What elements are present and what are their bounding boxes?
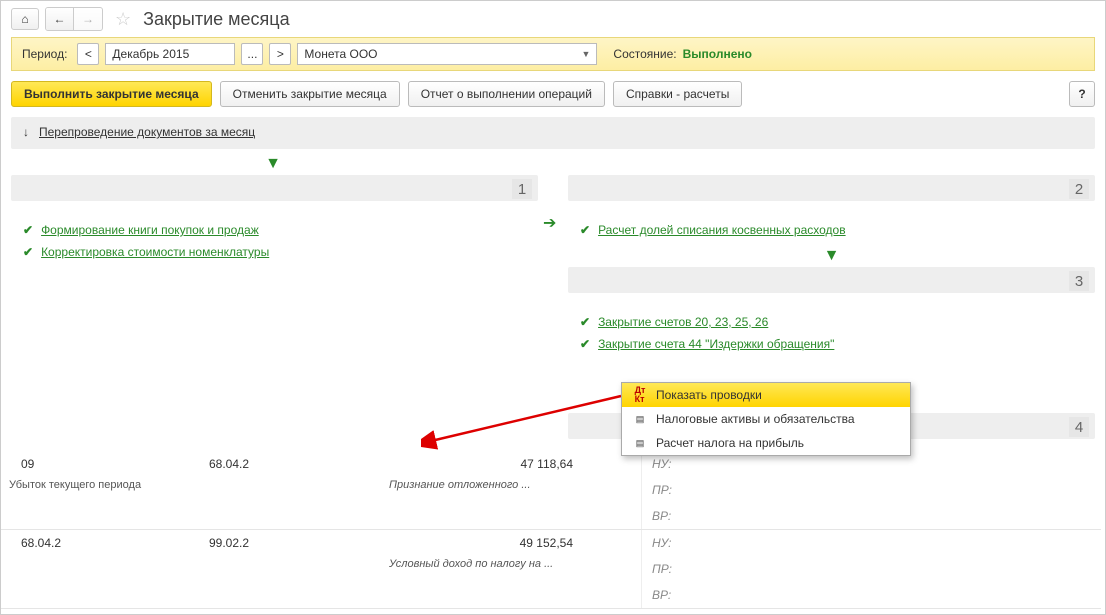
- block-number: 1: [512, 179, 532, 199]
- period-prev-button[interactable]: <: [77, 43, 99, 65]
- check-icon: ✔: [580, 315, 590, 329]
- cancel-close-button[interactable]: Отменить закрытие месяца: [220, 81, 400, 107]
- period-more-button[interactable]: ...: [241, 43, 263, 65]
- report-button[interactable]: Отчет о выполнении операций: [408, 81, 605, 107]
- operation-link[interactable]: Формирование книги покупок и продаж: [41, 223, 259, 237]
- acc-debit: 09: [1, 451, 201, 477]
- help-button[interactable]: ?: [1069, 81, 1095, 107]
- acc-credit: 99.02.2: [201, 530, 381, 556]
- operation-item: ✔ Закрытие счета 44 "Издержки обращения": [580, 333, 1083, 355]
- block-3-body: ✔ Закрытие счетов 20, 23, 25, 26 ✔ Закры…: [568, 299, 1095, 367]
- dtkt-icon: ДтКт: [632, 388, 648, 402]
- side-label: НУ:: [641, 530, 721, 556]
- block-2-header: 2: [568, 175, 1095, 201]
- flow-arrow-down-icon: ▼: [568, 245, 1095, 267]
- flow-arrow-down-icon: ▼: [0, 153, 1105, 175]
- amount: 47 118,64: [381, 451, 581, 477]
- arrow-left-icon: ←: [54, 12, 66, 26]
- desc-left: [1, 556, 381, 576]
- operation-item: ✔ Формирование книги покупок и продаж: [23, 219, 526, 241]
- side-label: ВР:: [641, 582, 721, 608]
- check-icon: ✔: [23, 223, 33, 237]
- operation-link[interactable]: Корректировка стоимости номенклатуры: [41, 245, 269, 259]
- operation-link[interactable]: Закрытие счетов 20, 23, 25, 26: [598, 315, 768, 329]
- operation-item: ✔ Закрытие счетов 20, 23, 25, 26: [580, 311, 1083, 333]
- page-title: Закрытие месяца: [143, 9, 289, 30]
- table-row: 68.04.2 99.02.2 49 152,54 Условный доход…: [1, 530, 1101, 609]
- entries-table: 09 68.04.2 47 118,64 Убыток текущего пер…: [1, 451, 1101, 609]
- block-1-body: ✔ Формирование книги покупок и продаж ✔ …: [11, 207, 538, 407]
- period-bar: Период: < Декабрь 2015 ... > Монета ООО …: [11, 37, 1095, 71]
- check-icon: ✔: [580, 223, 590, 237]
- period-next-button[interactable]: >: [269, 43, 291, 65]
- period-input[interactable]: Декабрь 2015: [105, 43, 235, 65]
- block-2-body: ✔ Расчет долей списания косвенных расход…: [568, 207, 1095, 245]
- side-label: ПР:: [641, 556, 721, 582]
- home-button[interactable]: ⌂: [11, 8, 39, 30]
- desc-left: Убыток текущего периода: [1, 477, 381, 497]
- menu-income-tax[interactable]: ▤ Расчет налога на прибыль: [622, 431, 910, 455]
- desc-right: Условный доход по налогу на ...: [381, 556, 581, 576]
- block-number: 3: [1069, 271, 1089, 291]
- status-label: Состояние:: [613, 47, 676, 61]
- back-button[interactable]: ←: [46, 8, 74, 30]
- block-1-header: 1: [11, 175, 538, 201]
- favorite-star-icon[interactable]: ☆: [115, 9, 131, 30]
- block-3-header: 3: [568, 267, 1095, 293]
- arrow-right-icon: →: [82, 12, 94, 26]
- execute-button[interactable]: Выполнить закрытие месяца: [11, 81, 212, 107]
- doc-icon: ▤: [632, 412, 648, 426]
- check-icon: ✔: [580, 337, 590, 351]
- menu-tax-assets[interactable]: ▤ Налоговые активы и обязательства: [622, 407, 910, 431]
- forward-button[interactable]: →: [74, 8, 102, 30]
- operation-link[interactable]: Закрытие счета 44 "Издержки обращения": [598, 337, 834, 351]
- acc-debit: 68.04.2: [1, 530, 201, 556]
- check-icon: ✔: [23, 245, 33, 259]
- menu-show-entries[interactable]: ДтКт Показать проводки: [622, 383, 910, 407]
- side-label: ПР:: [641, 477, 721, 503]
- operation-item: ✔ Корректировка стоимости номенклатуры: [23, 241, 526, 263]
- chevron-down-icon: ▼: [582, 49, 591, 59]
- home-icon: ⌂: [21, 12, 28, 26]
- doc-icon: ▤: [632, 436, 648, 450]
- company-select[interactable]: Монета ООО ▼: [297, 43, 597, 65]
- repost-arrow-icon: ↓: [23, 125, 29, 139]
- refs-button[interactable]: Справки - расчеты: [613, 81, 742, 107]
- block-number: 4: [1069, 417, 1089, 437]
- operation-link[interactable]: Расчет долей списания косвенных расходов: [598, 223, 846, 237]
- operation-item: ✔ Расчет долей списания косвенных расход…: [580, 219, 1083, 241]
- status-value: Выполнено: [683, 47, 752, 61]
- context-menu: ДтКт Показать проводки ▤ Налоговые актив…: [621, 382, 911, 456]
- flow-arrow-right-icon: ➔: [543, 211, 556, 235]
- amount: 49 152,54: [381, 530, 581, 556]
- table-row: 09 68.04.2 47 118,64 Убыток текущего пер…: [1, 451, 1101, 530]
- repost-section: ↓ Перепроведение документов за месяц: [11, 117, 1095, 149]
- block-number: 2: [1069, 179, 1089, 199]
- acc-credit: 68.04.2: [201, 451, 381, 477]
- side-label: ВР:: [641, 503, 721, 529]
- repost-link[interactable]: Перепроведение документов за месяц: [39, 125, 255, 139]
- period-label: Период:: [22, 47, 67, 61]
- desc-right: Признание отложенного ...: [381, 477, 581, 497]
